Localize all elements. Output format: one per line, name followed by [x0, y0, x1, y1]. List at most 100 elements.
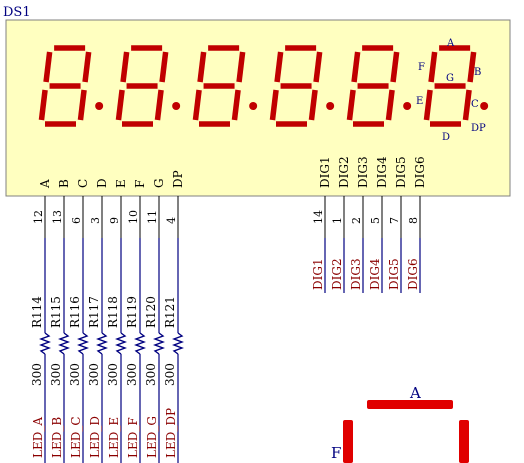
schematic-canvas: DS1 A B C D E F G DP A B C D E F G DP DIG1 DIG2 D… — [0, 0, 524, 463]
net-label: LED_F — [126, 417, 140, 458]
resistor-body — [172, 332, 184, 355]
legend-dp: DP — [471, 123, 486, 134]
segment-pin-number: 10 — [127, 210, 140, 224]
segment-pin-label: G — [152, 178, 166, 188]
resistor-value: 300 — [163, 363, 177, 386]
digit-4-segment-e — [269, 89, 279, 121]
resistor-value: 300 — [87, 363, 101, 386]
component-designator: DS1 — [3, 5, 31, 20]
digit-2-segment-b — [159, 51, 169, 83]
digit-pin-number: 1 — [331, 217, 344, 224]
resistor-designator: R115 — [49, 296, 63, 328]
digit-6-segment-e — [423, 89, 433, 121]
digit-1-segment-f — [43, 51, 53, 83]
digit-4-segment-f — [274, 51, 284, 83]
resistor-designator: R121 — [163, 296, 177, 328]
digit-4-segment-b — [313, 51, 323, 83]
net-label: LED_A — [31, 417, 45, 458]
segment-pin-number: 6 — [70, 217, 83, 224]
resistor-designator: R118 — [106, 296, 120, 328]
digit-net-label: DIG6 — [406, 258, 420, 290]
legend-e: E — [416, 96, 423, 107]
digit-pin-number: 5 — [369, 217, 382, 224]
digit-3-segment-b — [236, 51, 246, 83]
net-label: LED_E — [107, 417, 121, 458]
segment-pin-number: 3 — [89, 217, 102, 224]
digit-pin-label: DIG5 — [394, 156, 408, 188]
resistor-body — [77, 332, 89, 355]
digit-pin-label: DIG6 — [413, 156, 427, 188]
digit-2-segment-dp — [172, 102, 181, 110]
digit-5-segment-dp — [403, 102, 412, 110]
legend-a: A — [446, 38, 455, 49]
pin-lines: 12 13 6 3 9 10 11 4 14 1 2 5 7 8 — [32, 196, 421, 238]
digit-net-label: DIG2 — [330, 258, 344, 290]
digit-6-segment-dp — [480, 102, 489, 110]
digit-3-segment-c — [231, 89, 241, 121]
resistor-designator: R114 — [30, 296, 44, 328]
segment-pin-label: A — [38, 179, 52, 189]
digit-1-segment-e — [38, 89, 48, 121]
digit-5-segment-e — [346, 89, 356, 121]
digit-6-segment-c — [462, 89, 472, 121]
resistor-value: 300 — [30, 363, 44, 386]
resistor-designator: R120 — [144, 296, 158, 328]
digit-1-segment-b — [82, 51, 92, 83]
segment-pin-number: 11 — [146, 210, 159, 224]
segment-pin-number: 4 — [165, 217, 178, 224]
net-label: LED_B — [50, 417, 64, 458]
digit-pin-number: 2 — [350, 217, 363, 224]
digit-4-segment-c — [308, 89, 318, 121]
net-label: LED_DP — [164, 408, 178, 458]
detail-label-a: A — [409, 384, 421, 402]
detail-segment-f — [343, 420, 353, 463]
segment-pin-number: 9 — [108, 217, 121, 224]
digit-2-segment-f — [120, 51, 130, 83]
resistor-body — [115, 332, 127, 355]
legend-d: D — [442, 132, 450, 143]
digit-nets: DIG1 DIG2 DIG3 DIG4 DIG5 DIG6 — [311, 238, 421, 293]
legend-b: B — [474, 67, 481, 78]
digit-net-label: DIG4 — [368, 258, 382, 290]
digit-2-segment-e — [115, 89, 125, 121]
digit-6-segment-f — [428, 51, 438, 83]
resistor-designator: R116 — [68, 296, 82, 328]
resistor-body — [96, 332, 108, 355]
segment-pin-label: F — [133, 180, 147, 188]
digit-pin-number: 14 — [312, 210, 325, 224]
resistor-body — [39, 332, 51, 355]
resistor-designator: R117 — [87, 296, 101, 328]
digit-1-segment-c — [77, 89, 87, 121]
digit-net-label: DIG5 — [387, 258, 401, 290]
resistor-value: 300 — [144, 363, 158, 386]
resistor-body — [153, 332, 165, 355]
digit-net-label: DIG3 — [349, 258, 363, 290]
net-label: LED_C — [69, 416, 83, 458]
segment-pin-label: D — [95, 178, 109, 188]
resistor-array: R114 300 LED_A R115 300 LED_B R116 300 LED_C R117… — [30, 238, 184, 463]
digit-5-segment-b — [390, 51, 400, 83]
digit-5-segment-f — [351, 51, 361, 83]
legend-f: F — [418, 62, 425, 73]
digit-5-segment-c — [385, 89, 395, 121]
digit-4-segment-dp — [326, 102, 335, 110]
digit-pin-label: DIG3 — [356, 156, 370, 188]
digit-pin-label: DIG4 — [375, 156, 389, 188]
detail-segment-b — [459, 420, 469, 463]
detail-label-f: F — [331, 444, 341, 462]
resistor-designator: R119 — [125, 296, 139, 328]
digit-1-segment-dp — [95, 102, 104, 110]
digit-3-segment-f — [197, 51, 207, 83]
net-label: LED_D — [88, 416, 102, 458]
digit-3-segment-dp — [249, 102, 258, 110]
legend-c: C — [471, 99, 479, 110]
resistor-body — [134, 332, 146, 355]
digit-pin-label: DIG1 — [318, 156, 332, 188]
segment-pin-number: 13 — [51, 210, 64, 224]
resistor-value: 300 — [68, 363, 82, 386]
digit-net-label: DIG1 — [311, 258, 325, 290]
resistor-body — [58, 332, 70, 355]
legend-g: G — [446, 73, 454, 84]
net-label: LED_G — [145, 416, 159, 458]
segment-detail-view: A F — [331, 384, 469, 463]
